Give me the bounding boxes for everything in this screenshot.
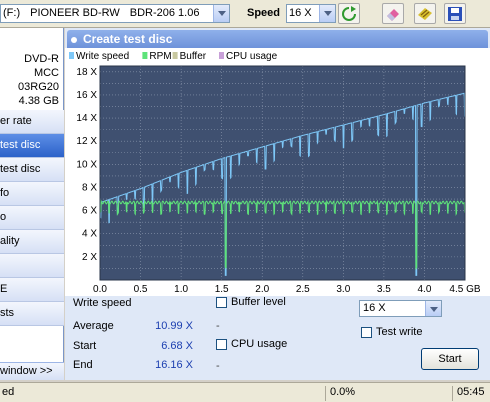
- start-button[interactable]: Start: [421, 348, 479, 370]
- speed-select-value: 16 X: [289, 7, 312, 19]
- write-speed-chart: Write speed RPM Buffer CPU usage 2 X 4 X 6 X 8 …: [69, 51, 481, 295]
- write-speed-title: Write speed: [73, 297, 132, 309]
- legend-label: Write speed: [76, 51, 129, 62]
- legend-label: CPU usage: [226, 51, 278, 62]
- sidebar-item-quality[interactable]: ality: [0, 230, 64, 254]
- x-tick-label: 1.0: [174, 284, 188, 295]
- toolbar: (F:) PIONEER BD-RW BDR-206 1.06 Speed 16 X: [0, 0, 490, 28]
- save-icon: [448, 7, 462, 21]
- refresh-button[interactable]: [338, 3, 360, 24]
- test-speed-value: 16 X: [363, 302, 386, 314]
- status-progress: 0.0%: [325, 386, 355, 401]
- y-tick-label: 14 X: [76, 113, 97, 124]
- drive-model: PIONEER BD-RW: [30, 7, 120, 19]
- options-button[interactable]: [414, 3, 436, 24]
- legend-swatch: [172, 52, 178, 59]
- y-tick-label: 4 X: [82, 229, 97, 240]
- y-tick-label: 18 X: [76, 67, 97, 78]
- start-value: 6.68 X: [161, 340, 193, 352]
- disc-type: DVD-R: [24, 53, 59, 65]
- disc-capacity: 4.38 GB: [18, 95, 59, 107]
- legend-label: Buffer: [180, 51, 207, 62]
- x-tick-label: 4.0: [417, 284, 431, 295]
- title-bullet-icon: [71, 36, 77, 43]
- x-tick-label: 2.5: [296, 284, 310, 295]
- stats-panel: Write speed Average 10.99 X Start 6.68 X…: [65, 296, 490, 380]
- test-speed-select[interactable]: 16 X: [359, 300, 442, 317]
- sidebar-item-read-test-disc[interactable]: test disc: [0, 158, 64, 182]
- status-time: 05:45: [452, 386, 485, 401]
- buffer-level-value: -: [216, 320, 220, 332]
- chart-area: Write speed RPM Buffer CPU usage 2 X 4 X 6 X 8 …: [65, 48, 490, 296]
- x-tick-label: 0.0: [93, 284, 107, 295]
- buffer-level-label: Buffer level: [231, 296, 286, 308]
- chevron-down-icon[interactable]: [213, 5, 229, 22]
- panel-title: Create test disc: [83, 32, 173, 46]
- y-tick-label: 8 X: [82, 182, 97, 193]
- sidebar-nav: er rate test disc test disc fo o ality E…: [0, 110, 64, 326]
- sidebar-item-disc-info[interactable]: fo: [0, 182, 64, 206]
- chevron-down-icon[interactable]: [319, 5, 335, 22]
- average-row: Average 10.99 X: [73, 320, 193, 334]
- sidebar-item-e[interactable]: E: [0, 278, 64, 302]
- clip-icon: [418, 8, 432, 20]
- cpu-usage-value: -: [216, 360, 220, 372]
- cpu-usage-label: CPU usage: [231, 338, 288, 350]
- y-tick-label: 16 X: [76, 90, 97, 101]
- plot-background: [100, 66, 465, 280]
- sidebar-item-tests[interactable]: sts: [0, 302, 64, 326]
- y-tick-label: 10 X: [76, 159, 97, 170]
- x-tick-label: 2.0: [255, 284, 269, 295]
- chevron-down-icon[interactable]: [425, 301, 441, 316]
- test-write-checkbox[interactable]: [361, 327, 372, 338]
- start-label: Start: [73, 340, 97, 352]
- save-button[interactable]: [444, 3, 466, 24]
- refresh-icon: [342, 6, 356, 21]
- x-tick-label: 4.5 GB: [449, 284, 480, 295]
- x-tick-label: 1.5: [215, 284, 229, 295]
- drive-select[interactable]: (F:) PIONEER BD-RW BDR-206 1.06: [0, 4, 230, 23]
- sidebar: DVD-R MCC 03RG20 4.38 GB data er rate te…: [0, 28, 64, 380]
- end-label: End: [73, 359, 93, 371]
- start-row: Start 6.68 X: [73, 340, 193, 354]
- more-window-button[interactable]: window >>: [0, 362, 64, 380]
- erase-button[interactable]: [382, 3, 404, 24]
- drive-firmware: BDR-206 1.06: [129, 7, 200, 19]
- x-tick-label: 0.5: [134, 284, 148, 295]
- y-tick-label: 6 X: [82, 206, 97, 217]
- x-tick-label: 3.0: [336, 284, 350, 295]
- speed-label: Speed: [247, 7, 281, 19]
- end-row: End 16.16 X: [73, 359, 193, 373]
- status-bar: ed 0.0% 05:45: [0, 382, 490, 402]
- cpu-usage-checkbox[interactable]: [216, 339, 227, 350]
- x-tick-label: 3.5: [377, 284, 391, 295]
- test-write-label: Test write: [376, 326, 423, 338]
- speed-select[interactable]: 16 X: [286, 4, 336, 23]
- legend-label: RPM: [149, 51, 171, 62]
- average-label: Average: [73, 320, 114, 332]
- legend-swatch: [69, 52, 74, 59]
- sidebar-item-create-test-disc[interactable]: test disc: [0, 134, 64, 158]
- y-tick-label: 12 X: [76, 136, 97, 147]
- end-value: 16.16 X: [155, 359, 193, 371]
- disc-mid: MCC 03RG20: [18, 67, 59, 93]
- panel-title-bar: Create test disc: [67, 30, 488, 48]
- sidebar-item-blank[interactable]: [0, 254, 64, 278]
- drive-letter: (F:): [3, 7, 21, 19]
- legend-swatch: [142, 52, 148, 59]
- sidebar-item-error-rate[interactable]: er rate: [0, 110, 64, 134]
- average-value: 10.99 X: [155, 320, 193, 332]
- status-text: ed: [2, 386, 15, 398]
- buffer-level-checkbox[interactable]: [216, 297, 227, 308]
- main-panel: Create test disc Write speed RPM Buffer CPU…: [65, 28, 490, 380]
- y-tick-label: 2 X: [82, 252, 97, 263]
- eraser-icon: [387, 9, 399, 21]
- sidebar-item-info[interactable]: o: [0, 206, 64, 230]
- legend-swatch: [219, 52, 224, 59]
